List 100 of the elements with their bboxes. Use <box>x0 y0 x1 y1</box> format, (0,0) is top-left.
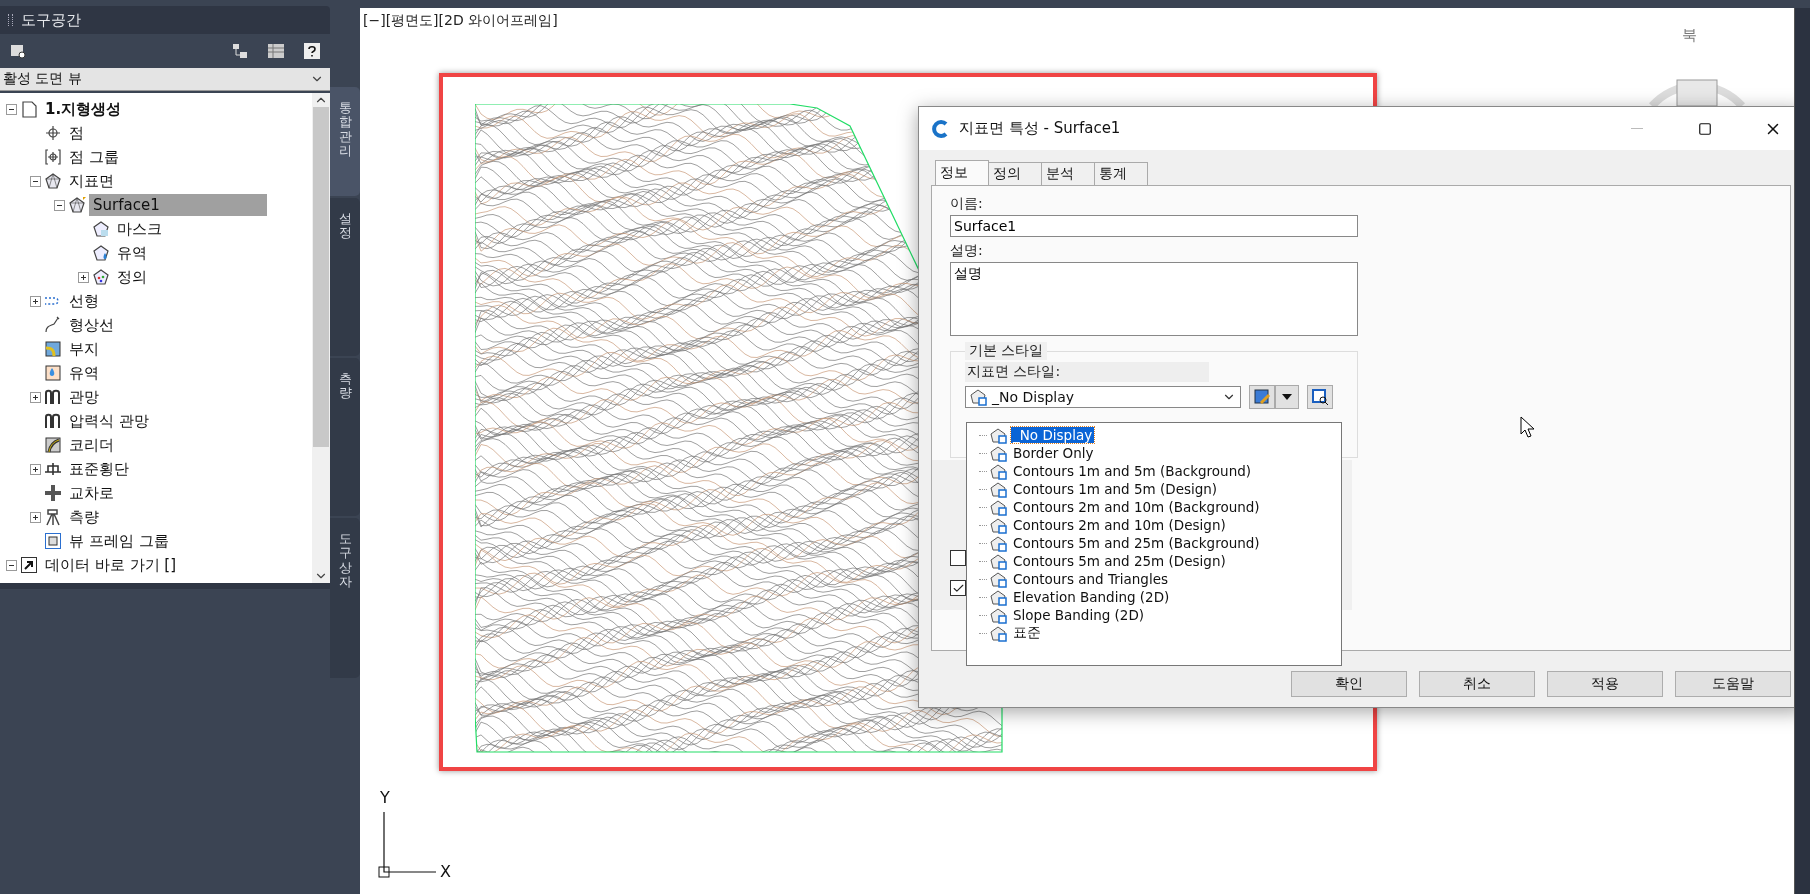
dropdown-option[interactable]: Contours 5m and 25m (Background) <box>1011 535 1262 551</box>
tree-item[interactable]: 지표면 <box>65 169 118 193</box>
curved-line-icon <box>44 316 62 334</box>
dialog-button[interactable]: 도움말 <box>1675 671 1791 697</box>
dialog-button[interactable]: 적용 <box>1547 671 1663 697</box>
side-tab[interactable]: 설정 <box>330 198 360 356</box>
tree-item[interactable]: 압력식 관망 <box>65 409 153 433</box>
parcel-icon <box>44 340 62 358</box>
field-label: 지표면 스타일: <box>965 362 1209 382</box>
tree-item[interactable]: 관망 <box>65 385 103 409</box>
tree-item[interactable]: 유역 <box>65 361 103 385</box>
grip-icon[interactable] <box>8 14 13 26</box>
layer-icon <box>10 43 26 59</box>
side-tab[interactable]: 측량 <box>330 358 360 516</box>
expand-toggle[interactable] <box>30 511 41 523</box>
tripod-icon <box>44 508 62 526</box>
dialog-tab[interactable]: 정보 <box>935 160 989 185</box>
tree-item[interactable]: Surface1 <box>89 194 267 216</box>
dialog-tab[interactable]: 통계 <box>1094 162 1148 185</box>
collapse-toggle[interactable] <box>30 175 41 187</box>
tree-item[interactable]: 점 <box>65 121 88 145</box>
style-dropdown[interactable]: _No Display <box>965 386 1241 408</box>
tree-item[interactable]: 표준횡단 <box>65 457 133 481</box>
plus-icon <box>31 512 40 522</box>
scrollbar[interactable] <box>312 93 330 583</box>
bracketed-crosshair-icon <box>44 148 62 166</box>
name-field[interactable]: Surface1 <box>950 215 1358 237</box>
help-icon <box>304 43 320 59</box>
x-axis-label: X <box>440 862 451 881</box>
pipe-icon <box>44 388 62 406</box>
dropdown-option[interactable]: Elevation Banding (2D) <box>1011 589 1172 605</box>
dropdown-option[interactable]: Border Only <box>1011 445 1096 461</box>
dropdown-arrow-button[interactable] <box>1275 385 1299 409</box>
dropdown-option[interactable]: Contours 5m and 25m (Design) <box>1011 553 1228 569</box>
dropdown-option[interactable]: Slope Banding (2D) <box>1011 607 1147 623</box>
tree-item[interactable]: 부지 <box>65 337 103 361</box>
tree-item[interactable]: 교차로 <box>65 481 118 505</box>
view-dropdown[interactable]: 활성 도면 뷰 <box>0 68 330 91</box>
tree-item[interactable]: 데이터 바로 가기 [] <box>41 553 180 577</box>
tree-item[interactable]: 1.지형생성 <box>41 97 126 121</box>
side-tab[interactable]: 도구 상자 <box>330 518 360 678</box>
plus-icon <box>79 272 88 282</box>
y-axis-label: Y <box>380 788 390 807</box>
tree-item[interactable]: 마스크 <box>113 217 166 241</box>
tree-item[interactable]: 코리더 <box>65 433 118 457</box>
expand-toggle[interactable] <box>30 391 41 403</box>
checkbox[interactable] <box>950 580 966 596</box>
document-icon <box>20 100 38 118</box>
style-icon <box>990 462 1008 480</box>
collapse-toggle[interactable] <box>54 199 65 211</box>
surface-icon <box>44 172 62 190</box>
preview-button[interactable] <box>1307 385 1333 409</box>
mouse-cursor-icon <box>1520 416 1536 438</box>
description-field[interactable]: 설명 <box>950 262 1358 336</box>
checkbox[interactable] <box>950 550 966 566</box>
tree-item[interactable]: 측량 <box>65 505 103 529</box>
tree-view-button[interactable] <box>230 41 250 61</box>
pencil-icon <box>1253 388 1271 406</box>
edit-style-button[interactable] <box>1249 385 1275 409</box>
tree-item[interactable]: 유역 <box>113 241 151 265</box>
list-view-button[interactable] <box>266 41 286 61</box>
dropdown-option[interactable]: _No Display <box>1011 427 1095 443</box>
dialog-button[interactable]: 확인 <box>1291 671 1407 697</box>
style-icon <box>990 480 1008 498</box>
help-button[interactable] <box>302 41 322 61</box>
minimize-icon <box>1631 128 1643 129</box>
collapse-toggle[interactable] <box>6 103 17 115</box>
viewport-label[interactable]: [−][평면도][2D 와이어프레임] <box>363 12 558 30</box>
group-title: 기본 스타일 <box>965 342 1048 360</box>
expand-toggle[interactable] <box>30 295 41 307</box>
plus-icon <box>31 296 40 306</box>
surface-points-icon <box>92 268 110 286</box>
collapse-toggle[interactable] <box>6 559 17 571</box>
side-tab[interactable]: 통합관리 <box>330 87 360 196</box>
tree-item[interactable]: 정의 <box>113 265 151 289</box>
panel-title: 도구공간 <box>21 10 81 30</box>
scroll-thumb[interactable] <box>313 107 329 447</box>
tree-item[interactable]: 점 그룹 <box>65 145 123 169</box>
expand-toggle[interactable] <box>78 271 89 283</box>
intersection-icon <box>44 484 62 502</box>
expand-toggle[interactable] <box>30 463 41 475</box>
tree-item[interactable]: 뷰 프레임 그룹 <box>65 529 173 553</box>
dropdown-option[interactable]: Contours and Triangles <box>1011 571 1170 587</box>
style-icon <box>990 444 1008 462</box>
field-label: 설명: <box>950 242 984 260</box>
dropdown-option[interactable]: Contours 2m and 10m (Design) <box>1011 517 1228 533</box>
dialog-button[interactable]: 취소 <box>1419 671 1535 697</box>
dropdown-option[interactable]: Contours 1m and 5m (Background) <box>1011 463 1254 479</box>
dropdown-option[interactable]: 표준 <box>1011 624 1043 642</box>
road-icon <box>44 436 62 454</box>
maximize-icon <box>1698 121 1712 136</box>
dropdown-option[interactable]: Contours 2m and 10m (Background) <box>1011 499 1262 515</box>
tree-item[interactable]: 선형 <box>65 289 103 313</box>
catchment-icon <box>44 364 62 382</box>
style-icon <box>970 388 988 406</box>
masked-surface-icon <box>92 220 110 238</box>
tree-item[interactable]: 형상선 <box>65 313 118 337</box>
dropdown-option[interactable]: Contours 1m and 5m (Design) <box>1011 481 1220 497</box>
table-icon <box>267 43 285 59</box>
style-icon <box>990 516 1008 534</box>
